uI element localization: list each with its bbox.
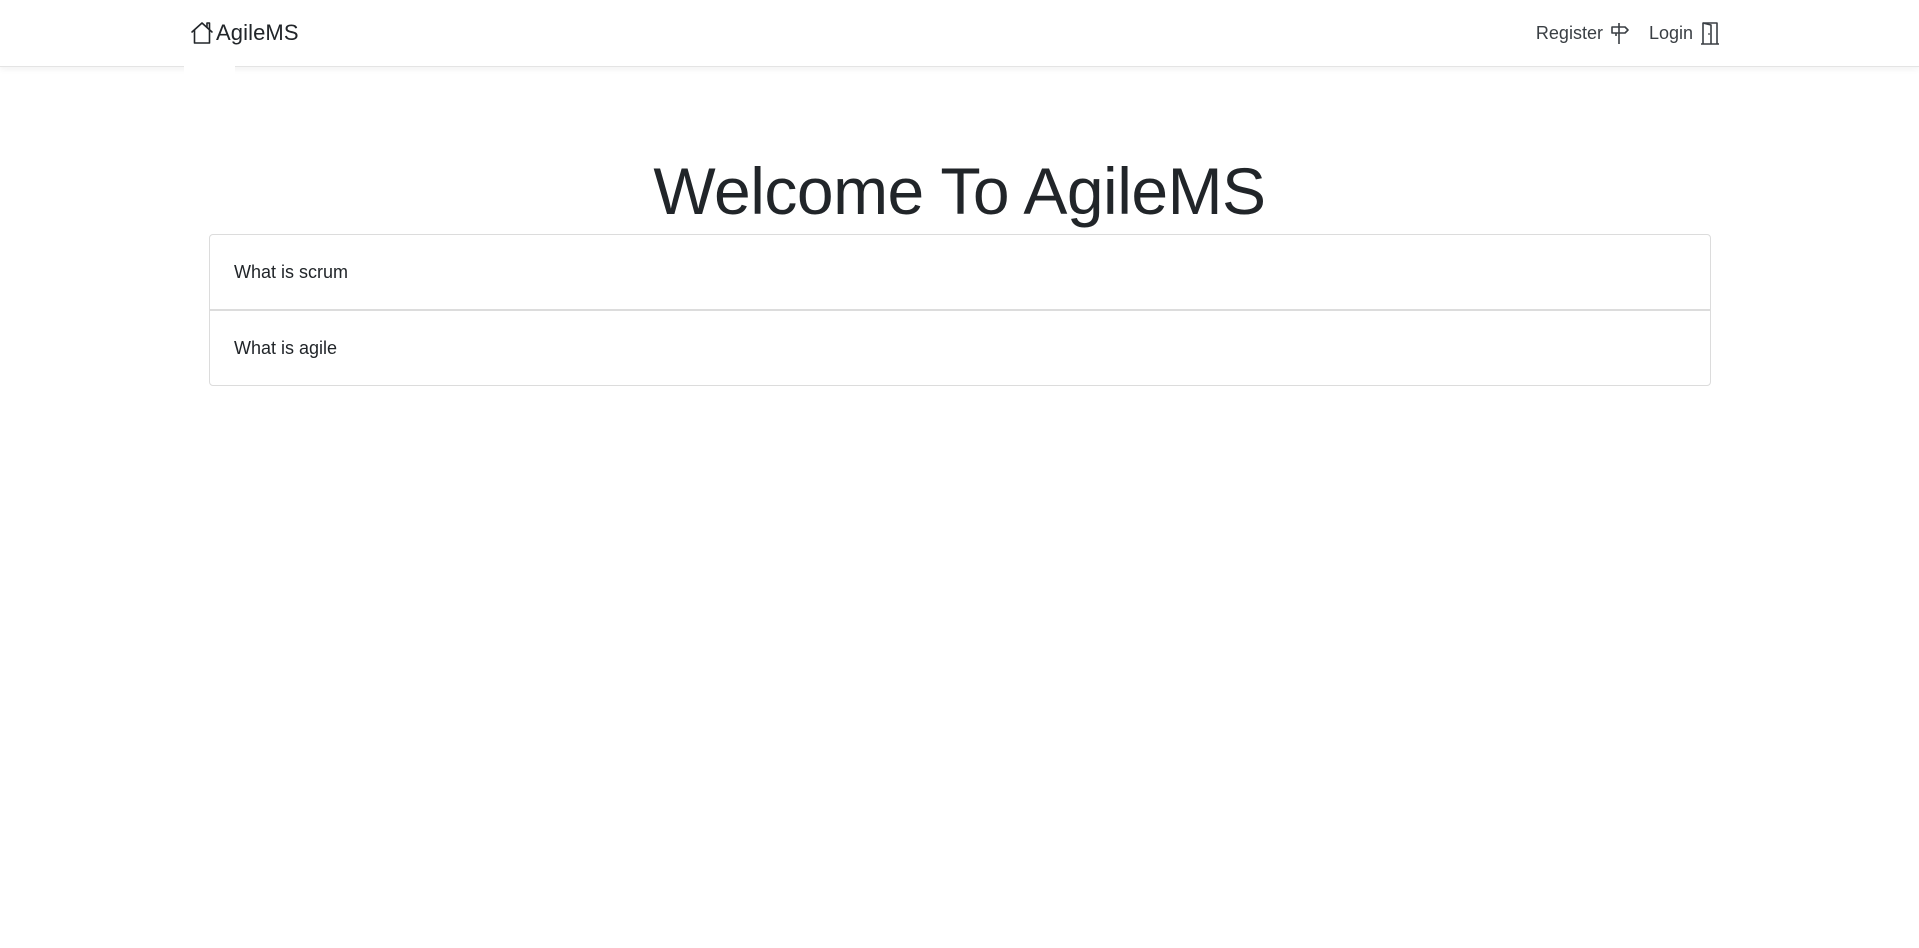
register-link[interactable]: Register	[1536, 20, 1631, 46]
list-item-label: What is scrum	[234, 261, 349, 282]
brand-link[interactable]: AgileMS	[189, 17, 299, 49]
nav-tab-indicator	[184, 66, 235, 78]
topics-list: What is scrum What is agile	[209, 234, 1711, 386]
door-icon	[1693, 20, 1721, 46]
register-link-label: Register	[1535, 22, 1603, 43]
brand-name: AgileMS	[216, 20, 299, 45]
page-title: Welcome To AgileMS	[653, 154, 1266, 228]
house-icon	[189, 20, 215, 46]
nav-links: Register Login	[1518, 17, 1721, 49]
list-item-agile[interactable]: What is agile	[209, 310, 1711, 386]
signpost-icon	[1603, 20, 1631, 46]
login-link-label: Login	[1648, 22, 1693, 43]
list-item-label: What is agile	[234, 337, 338, 358]
top-navbar: AgileMS Register Login	[0, 0, 1919, 67]
list-item-scrum[interactable]: What is scrum	[209, 234, 1711, 310]
login-link[interactable]: Login	[1649, 20, 1721, 46]
